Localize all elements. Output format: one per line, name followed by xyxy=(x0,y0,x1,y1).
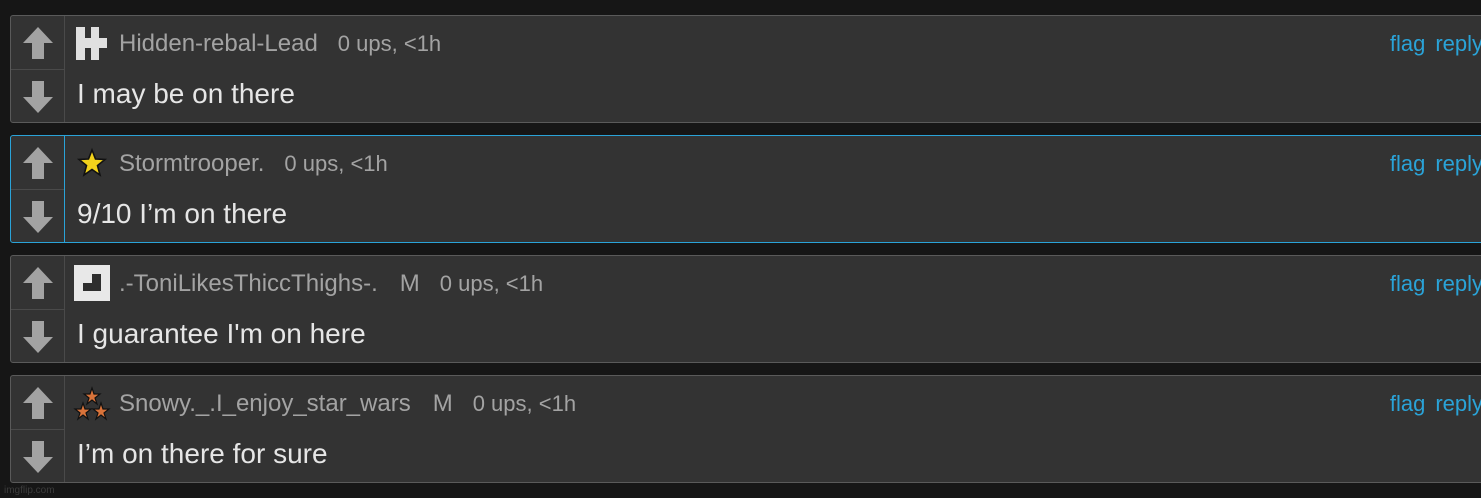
username-link[interactable]: Stormtrooper. xyxy=(119,150,264,178)
upvote-button[interactable] xyxy=(11,16,64,70)
arrow-down-icon xyxy=(22,440,53,473)
comment-header: Stormtrooper. 0 ups, <1h xyxy=(119,150,388,178)
triple-star-icon[interactable] xyxy=(73,384,111,422)
downvote-button[interactable] xyxy=(11,430,64,483)
reply-link[interactable]: reply xyxy=(1435,271,1481,296)
comment-header: Snowy._.I_enjoy_star_wars M 0 ups, <1h xyxy=(119,390,576,418)
reply-link[interactable]: reply xyxy=(1435,151,1481,176)
arrow-down-icon xyxy=(22,80,53,113)
arrow-up-icon xyxy=(22,266,53,299)
comment-actions: flag reply xyxy=(1380,271,1481,297)
ups-count: 0 ups, <1h xyxy=(284,151,388,176)
mod-badge: M xyxy=(399,270,420,297)
arrow-down-icon xyxy=(22,320,53,353)
comment-actions: flag reply xyxy=(1380,151,1481,177)
comment-text: I may be on there xyxy=(77,78,295,109)
comment-card: Snowy._.I_enjoy_star_wars M 0 ups, <1h f… xyxy=(10,375,1481,483)
downvote-button[interactable] xyxy=(11,190,64,243)
reply-link[interactable]: reply xyxy=(1435,391,1481,416)
ups-count: 0 ups, <1h xyxy=(439,271,544,296)
yellow-star-icon[interactable] xyxy=(73,144,111,182)
flag-link[interactable]: flag xyxy=(1390,151,1425,176)
square-block-avatar-icon[interactable] xyxy=(73,264,111,302)
tetris-block-avatar-icon[interactable] xyxy=(73,24,111,62)
upvote-button[interactable] xyxy=(11,376,64,430)
comment-card: Hidden-rebal-Lead 0 ups, <1h flag reply I… xyxy=(10,15,1481,123)
username-link[interactable]: .-ToniLikesThiccThighs-. xyxy=(119,270,378,298)
comment-text: I’m on there for sure xyxy=(77,438,328,469)
comment-card: Stormtrooper. 0 ups, <1h flag reply 9/10 … xyxy=(10,135,1481,243)
upvote-button[interactable] xyxy=(11,256,64,310)
comment-card: .-ToniLikesThiccThighs-. M 0 ups, <1h fl… xyxy=(10,255,1481,363)
comment-text: 9/10 I’m on there xyxy=(77,198,288,229)
vote-column xyxy=(11,256,65,362)
comment-text: I guarantee I'm on here xyxy=(77,318,366,349)
upvote-button[interactable] xyxy=(11,136,64,190)
comment-header: .-ToniLikesThiccThighs-. M 0 ups, <1h xyxy=(119,270,543,298)
ups-count: 0 ups, <1h xyxy=(472,391,577,416)
mod-badge: M xyxy=(432,390,453,417)
username-link[interactable]: Hidden-rebal-Lead xyxy=(119,30,318,58)
username-link[interactable]: Snowy._.I_enjoy_star_wars xyxy=(119,390,411,418)
arrow-up-icon xyxy=(22,146,53,179)
flag-link[interactable]: flag xyxy=(1390,31,1425,56)
arrow-up-icon xyxy=(22,26,53,59)
watermark: imgflip.com xyxy=(4,485,55,496)
comment-actions: flag reply xyxy=(1380,31,1481,57)
comment-header: Hidden-rebal-Lead 0 ups, <1h xyxy=(119,30,441,58)
downvote-button[interactable] xyxy=(11,70,64,123)
vote-column xyxy=(11,136,65,242)
arrow-down-icon xyxy=(22,200,53,233)
flag-link[interactable]: flag xyxy=(1390,271,1425,296)
comment-actions: flag reply xyxy=(1380,391,1481,417)
vote-column xyxy=(11,376,65,482)
reply-link[interactable]: reply xyxy=(1435,31,1481,56)
ups-count: 0 ups, <1h xyxy=(337,31,442,56)
arrow-up-icon xyxy=(22,386,53,419)
flag-link[interactable]: flag xyxy=(1390,391,1425,416)
vote-column xyxy=(11,16,65,122)
downvote-button[interactable] xyxy=(11,310,64,363)
